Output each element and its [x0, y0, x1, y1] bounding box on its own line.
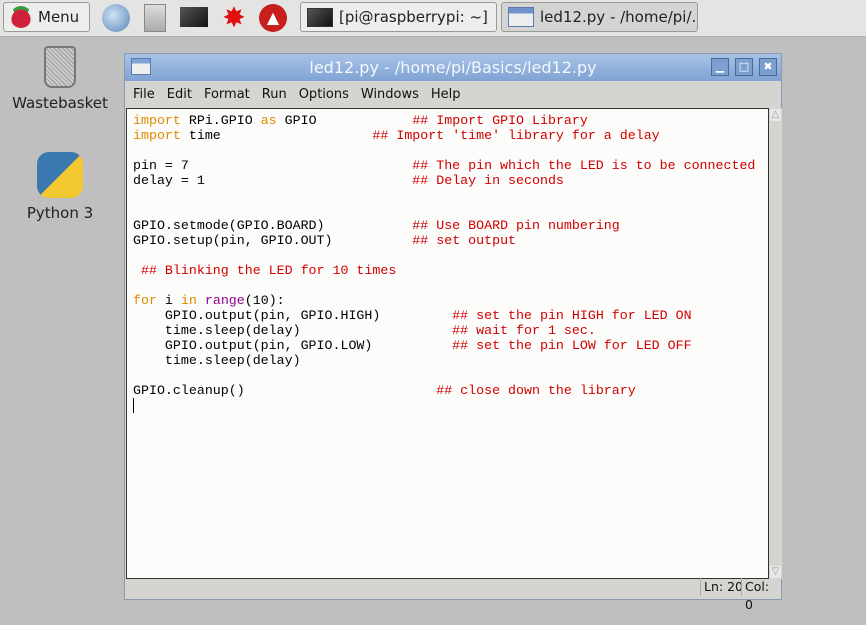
vertical-scrollbar[interactable]: △ ▽ — [769, 108, 782, 579]
code-builtin: range — [204, 293, 245, 308]
desktop-icon-wastebasket[interactable]: Wastebasket — [10, 46, 110, 112]
browser-icon[interactable] — [102, 4, 130, 32]
code-comment: ## Blinking the LED for 10 times — [133, 263, 397, 278]
menu-help[interactable]: Help — [431, 87, 461, 102]
code-line: GPIO.cleanup() ## close down the library — [133, 383, 636, 398]
code-comment: ## close down the library — [244, 383, 636, 398]
terminal-icon — [307, 7, 333, 27]
code-keyword: import — [133, 128, 181, 143]
close-button[interactable]: ✖ — [759, 58, 777, 76]
code-text: (10): — [244, 293, 285, 308]
menu-format[interactable]: Format — [204, 87, 250, 102]
code-comment: ## The pin which the LED is to be connec… — [188, 158, 756, 173]
code-comment: ## Import GPIO Library — [316, 113, 588, 128]
code-keyword: in — [180, 293, 197, 308]
window-icon — [131, 58, 151, 75]
code-text: GPIO.output(pin, GPIO.HIGH) — [133, 308, 381, 323]
code-comment: ## set the pin HIGH for LED ON — [380, 308, 692, 323]
code-line: for i in range(10): — [133, 293, 285, 308]
code-keyword: for — [133, 293, 157, 308]
code-line: GPIO.output(pin, GPIO.LOW) ## set the pi… — [133, 338, 692, 353]
taskbar: Menu ✸ ▲ [pi@raspberrypi: ~] led12.py - … — [0, 0, 866, 37]
trash-icon — [44, 46, 76, 88]
wolfram-icon[interactable]: ▲ — [259, 4, 287, 32]
code-text: RPi.GPIO — [180, 113, 261, 128]
code-line: import RPi.GPIO as GPIO ## Import GPIO L… — [133, 113, 588, 128]
code-line: GPIO.setmode(GPIO.BOARD) ## Use BOARD pi… — [133, 218, 620, 233]
code-text: GPIO — [276, 113, 317, 128]
code-keyword: import — [133, 113, 181, 128]
code-comment: ## Import 'time' library for a delay — [220, 128, 660, 143]
code-line: ## Blinking the LED for 10 times — [133, 263, 396, 278]
code-editor[interactable]: import RPi.GPIO as GPIO ## Import GPIO L… — [126, 108, 769, 579]
status-bar: Ln: 20 Col: 0 — [125, 578, 781, 612]
code-line: pin = 7 ## The pin which the LED is to b… — [133, 158, 755, 173]
title-bar[interactable]: led12.py - /home/pi/Basics/led12.py ▁ □ … — [125, 54, 781, 81]
code-comment: ## set output — [332, 233, 517, 248]
idle-editor-window: led12.py - /home/pi/Basics/led12.py ▁ □ … — [124, 53, 782, 612]
task-terminal[interactable]: [pi@raspberrypi: ~] — [300, 2, 497, 32]
code-comment: ## Delay in seconds — [204, 173, 564, 188]
code-comment: ## set the pin LOW for LED OFF — [372, 338, 692, 353]
text-cursor — [133, 398, 134, 413]
column-number: Col: 0 — [741, 578, 781, 612]
menu-bar: File Edit Format Run Options Windows Hel… — [125, 81, 781, 107]
code-text: GPIO.cleanup() — [133, 383, 245, 398]
code-text: pin = 7 — [133, 158, 189, 173]
raspberry-icon — [10, 6, 32, 28]
menu-button[interactable]: Menu — [3, 2, 90, 32]
code-line: GPIO.output(pin, GPIO.HIGH) ## set the p… — [133, 308, 692, 323]
menu-windows[interactable]: Windows — [361, 87, 419, 102]
code-text: GPIO.output(pin, GPIO.LOW) — [133, 338, 373, 353]
code-line: GPIO.setup(pin, GPIO.OUT) ## set output — [133, 233, 516, 248]
code-line: delay = 1 ## Delay in seconds — [133, 173, 564, 188]
menu-edit[interactable]: Edit — [167, 87, 192, 102]
mathematica-icon[interactable]: ✸ — [220, 4, 248, 32]
code-line: time.sleep(delay) — [133, 353, 301, 368]
python-icon — [37, 152, 83, 198]
menu-options[interactable]: Options — [299, 87, 349, 102]
code-text: time.sleep(delay) — [133, 323, 301, 338]
code-text: GPIO.setup(pin, GPIO.OUT) — [133, 233, 333, 248]
code-line: import time ## Import 'time' library for… — [133, 128, 660, 143]
code-text: time — [180, 128, 221, 143]
terminal-icon[interactable] — [180, 7, 208, 27]
window-icon — [508, 7, 534, 27]
maximize-button[interactable]: □ — [735, 58, 753, 76]
window-title: led12.py - /home/pi/Basics/led12.py — [309, 58, 597, 77]
line-number: Ln: 20 — [700, 578, 746, 596]
code-keyword: as — [260, 113, 277, 128]
code-comment: ## wait for 1 sec. — [300, 323, 596, 338]
code-text: GPIO.setmode(GPIO.BOARD) — [133, 218, 325, 233]
task-idle-editor[interactable]: led12.py - /home/pi/... — [501, 2, 698, 32]
code-text: i — [156, 293, 181, 308]
code-text: delay = 1 — [133, 173, 205, 188]
menu-run[interactable]: Run — [262, 87, 287, 102]
scroll-down-arrow[interactable]: ▽ — [770, 566, 781, 578]
code-comment: ## Use BOARD pin numbering — [324, 218, 620, 233]
code-line: time.sleep(delay) ## wait for 1 sec. — [133, 323, 596, 338]
desktop-icon-python3[interactable]: Python 3 — [10, 152, 110, 222]
menu-file[interactable]: File — [133, 87, 155, 102]
minimize-button[interactable]: ▁ — [711, 58, 729, 76]
scroll-up-arrow[interactable]: △ — [770, 109, 781, 121]
code-text: time.sleep(delay) — [133, 353, 301, 368]
file-manager-icon[interactable] — [144, 4, 166, 32]
